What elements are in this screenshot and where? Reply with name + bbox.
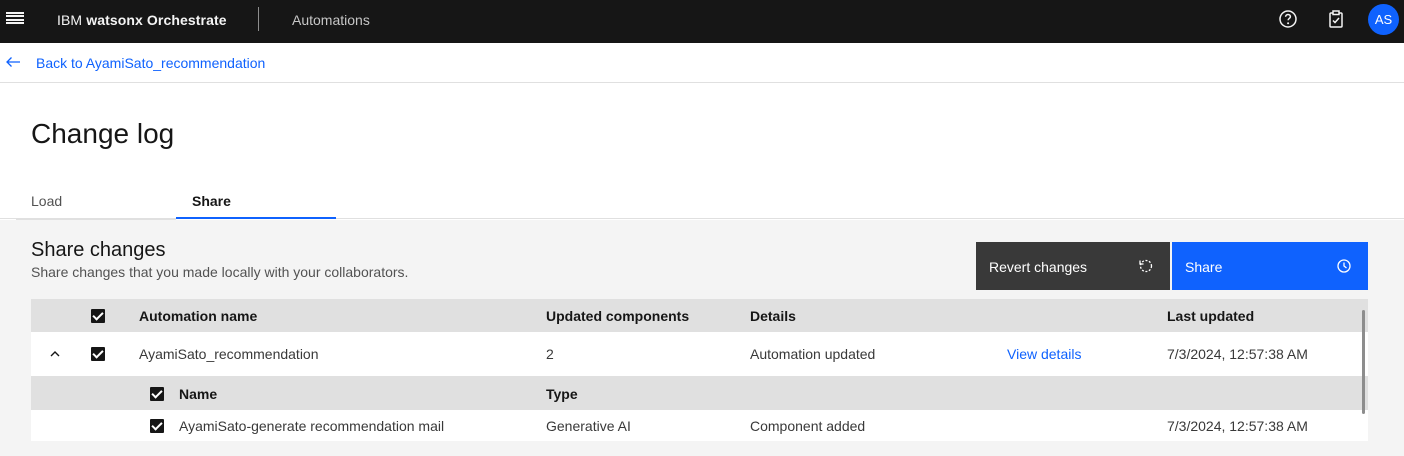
- sub-table-header: Name Type: [31, 377, 1368, 410]
- row-updated-components: 2: [546, 346, 554, 362]
- share-panel: Share changes Share changes that you mad…: [0, 220, 1404, 456]
- sub-col-type[interactable]: Type: [546, 377, 578, 410]
- help-icon[interactable]: [1278, 9, 1298, 29]
- page-title: Change log: [31, 118, 175, 149]
- table-scrollbar[interactable]: [1362, 310, 1365, 414]
- row-checkbox[interactable]: [91, 332, 105, 376]
- brand-name: watsonx Orchestrate: [86, 12, 227, 28]
- product-name[interactable]: IBM watsonx Orchestrate: [57, 12, 227, 28]
- sub-select-all-checkbox[interactable]: [150, 377, 164, 410]
- arrow-left-icon[interactable]: [5, 54, 21, 70]
- reset-icon: [1139, 259, 1153, 273]
- col-updated-components[interactable]: Updated components: [546, 299, 689, 332]
- section-title: Share changes: [31, 239, 166, 261]
- sub-row-details: Component added: [750, 417, 866, 434]
- sub-row-name: AyamiSato-generate recommendation mail: [179, 417, 445, 434]
- clock-icon: [1337, 259, 1351, 273]
- brand-prefix: IBM: [57, 12, 83, 28]
- sub-row-checkbox[interactable]: [150, 410, 164, 441]
- row-last-updated: 7/3/2024, 12:57:38 AM: [1167, 346, 1308, 362]
- row-automation-name: AyamiSato_recommendation: [139, 346, 319, 362]
- back-bar: Back to AyamiSato_recommendation: [0, 43, 1404, 83]
- header-divider: [258, 7, 259, 31]
- nav-automations[interactable]: Automations: [292, 12, 370, 28]
- sub-table-row: AyamiSato-generate recommendation mail G…: [31, 410, 1368, 441]
- view-details-link[interactable]: View details: [1007, 332, 1081, 376]
- sub-col-name[interactable]: Name: [179, 377, 217, 410]
- table-row: AyamiSato_recommendation 2 Automation up…: [31, 332, 1368, 377]
- share-button-label: Share: [1185, 259, 1223, 275]
- tab-list: Load Share: [0, 181, 1404, 220]
- col-details[interactable]: Details: [750, 299, 796, 332]
- revert-button-label: Revert changes: [989, 259, 1088, 275]
- col-automation-name[interactable]: Automation name: [139, 299, 257, 332]
- tab-load[interactable]: Load: [16, 181, 176, 220]
- share-button[interactable]: Share: [1172, 242, 1368, 290]
- col-last-updated[interactable]: Last updated: [1167, 299, 1254, 332]
- tab-share[interactable]: Share: [176, 181, 336, 219]
- select-all-checkbox[interactable]: [91, 299, 105, 332]
- sub-row-type: Generative AI: [546, 417, 631, 434]
- section-description: Share changes that you made locally with…: [31, 264, 409, 280]
- clipboard-check-icon[interactable]: [1326, 9, 1346, 29]
- back-link[interactable]: Back to AyamiSato_recommendation: [36, 55, 265, 71]
- revert-changes-button[interactable]: Revert changes: [976, 242, 1170, 290]
- chevron-up-icon: [50, 351, 60, 357]
- table-header: Automation name Updated components Detai…: [31, 299, 1368, 332]
- top-header: IBM watsonx Orchestrate Automations AS: [0, 0, 1404, 43]
- user-avatar[interactable]: AS: [1368, 4, 1399, 35]
- menu-icon[interactable]: [6, 9, 24, 27]
- collapse-row-toggle[interactable]: [49, 332, 61, 376]
- row-details: Automation updated: [750, 346, 876, 362]
- sub-row-last-updated: 7/3/2024, 12:57:38 AM: [1167, 417, 1308, 434]
